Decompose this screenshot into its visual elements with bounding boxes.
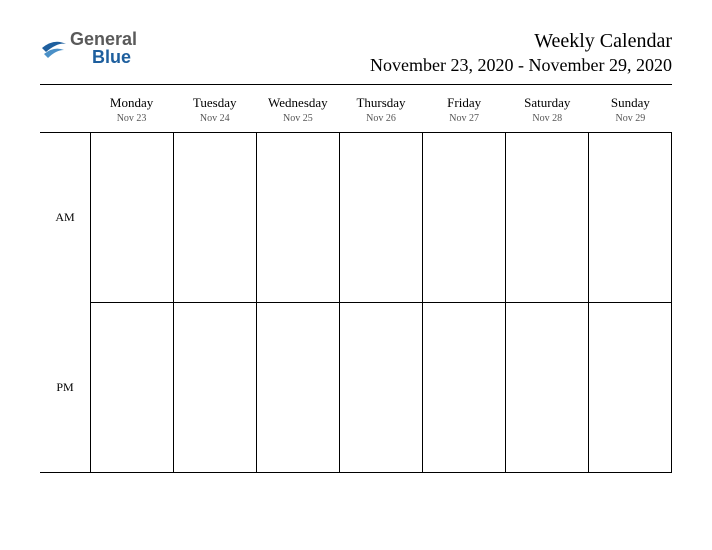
day-name: Tuesday (173, 95, 256, 111)
day-date: Nov 27 (423, 113, 506, 124)
calendar-cells (90, 132, 672, 473)
calendar-cell (423, 303, 506, 473)
day-date: Nov 29 (589, 113, 672, 124)
period-label-pm: PM (40, 303, 90, 473)
day-date: Nov 24 (173, 113, 256, 124)
day-header-tuesday: Tuesday Nov 24 (173, 95, 256, 124)
period-labels: AM PM (40, 132, 90, 473)
calendar-cell (589, 303, 672, 473)
day-header-monday: Monday Nov 23 (90, 95, 173, 124)
day-headers-row: Monday Nov 23 Tuesday Nov 24 Wednesday N… (40, 85, 672, 132)
day-name: Friday (423, 95, 506, 111)
weekly-calendar: Monday Nov 23 Tuesday Nov 24 Wednesday N… (40, 85, 672, 473)
calendar-cell (174, 303, 257, 473)
day-date: Nov 28 (506, 113, 589, 124)
day-date: Nov 25 (256, 113, 339, 124)
day-header-saturday: Saturday Nov 28 (506, 95, 589, 124)
calendar-cell (506, 303, 589, 473)
calendar-cell (91, 303, 174, 473)
calendar-cell (340, 133, 423, 303)
day-header-sunday: Sunday Nov 29 (589, 95, 672, 124)
globe-swoosh-icon (40, 34, 68, 62)
brand-logo: General Blue (40, 30, 137, 66)
day-date: Nov 26 (339, 113, 422, 124)
calendar-cell (423, 133, 506, 303)
day-name: Saturday (506, 95, 589, 111)
brand-word-2: Blue (92, 48, 137, 66)
day-name: Sunday (589, 95, 672, 111)
page-title: Weekly Calendar (370, 30, 672, 53)
calendar-grid: AM PM (40, 132, 672, 473)
calendar-cell (257, 133, 340, 303)
period-label-am: AM (40, 133, 90, 303)
calendar-cell (340, 303, 423, 473)
calendar-cell (174, 133, 257, 303)
day-name: Thursday (339, 95, 422, 111)
calendar-cell (91, 133, 174, 303)
calendar-cell (589, 133, 672, 303)
row-label-spacer (40, 95, 90, 124)
day-header-wednesday: Wednesday Nov 25 (256, 95, 339, 124)
calendar-cell (506, 133, 589, 303)
brand-name: General Blue (70, 30, 137, 66)
date-range: November 23, 2020 - November 29, 2020 (370, 55, 672, 76)
day-date: Nov 23 (90, 113, 173, 124)
day-header-friday: Friday Nov 27 (423, 95, 506, 124)
brand-word-1: General (70, 30, 137, 48)
header: General Blue Weekly Calendar November 23… (40, 30, 672, 76)
day-name: Monday (90, 95, 173, 111)
title-block: Weekly Calendar November 23, 2020 - Nove… (370, 30, 672, 76)
day-name: Wednesday (256, 95, 339, 111)
calendar-cell (257, 303, 340, 473)
day-header-thursday: Thursday Nov 26 (339, 95, 422, 124)
